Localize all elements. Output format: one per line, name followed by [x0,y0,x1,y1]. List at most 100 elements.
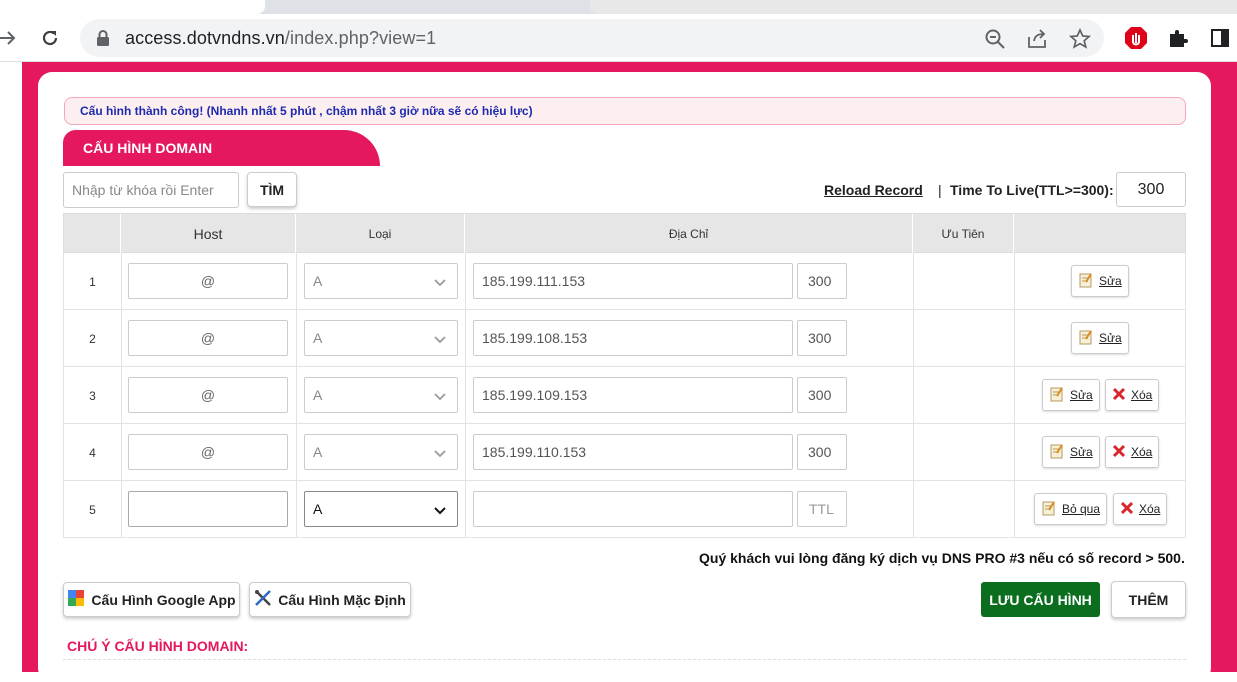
ttl-field[interactable]: 300 [797,320,847,356]
edit-label: Sửa [1099,331,1122,345]
edit-button[interactable]: Sửa [1071,265,1129,297]
type-value: A [313,330,323,346]
host-field[interactable]: @ [128,434,288,470]
ttl-field[interactable]: 300 [797,377,847,413]
delete-x-icon [1112,444,1126,461]
save-config-button[interactable]: LƯU CẤU HÌNH [981,582,1100,617]
delete-button[interactable]: Xóa [1113,493,1168,525]
ttl-field[interactable]: 300 [797,434,847,470]
browser-tab[interactable] [0,0,265,14]
delete-label: Xóa [1139,502,1161,516]
type-select[interactable]: A [304,434,458,470]
search-button[interactable]: TÌM [247,172,297,207]
header-priority: Ưu Tiên [913,214,1014,254]
chevron-down-icon [434,279,446,287]
ttl-input[interactable] [1116,172,1186,207]
delete-button[interactable]: Xóa [1105,436,1160,468]
chevron-down-icon [434,507,446,515]
delete-label: Xóa [1131,388,1153,402]
skip-button[interactable]: Bỏ qua [1034,493,1108,525]
table-row: 4 @ A 185.199.110.153 300 Sửa Xóa [63,424,1186,481]
edit-label: Sửa [1099,274,1122,288]
url-text: access.dotvndns.vn/index.php?view=1 [125,28,437,48]
chevron-down-icon [434,336,446,344]
table-row: 2 @ A 185.199.108.153 300 Sửa [63,310,1186,367]
host-field[interactable]: @ [128,320,288,356]
side-panel-icon[interactable] [1206,24,1234,52]
google-app-label: Cấu Hình Google App [91,591,236,608]
address-field[interactable]: 185.199.110.153 [473,434,793,470]
add-button[interactable]: THÊM [1111,581,1186,618]
search-input[interactable] [63,172,239,208]
reload-icon[interactable] [36,24,64,52]
table-row: 3 @ A 185.199.109.153 300 Sửa Xóa [63,367,1186,424]
google-app-icon [67,589,85,610]
default-config-button[interactable]: Cấu Hình Mặc Định [249,582,411,617]
type-select[interactable]: A [304,320,458,356]
success-alert: Cấu hình thành công! (Nhanh nhất 5 phút … [64,97,1186,125]
type-select[interactable]: A [304,263,458,299]
row-number: 4 [89,445,96,460]
row-number: 5 [89,502,96,517]
notes-heading: CHÚ Ý CẤU HÌNH DOMAIN: [67,638,249,654]
ttl-field[interactable]: 300 [797,263,847,299]
edit-label: Sửa [1070,388,1093,402]
header-type: Loại [296,214,465,254]
edit-button[interactable]: Sửa [1071,322,1129,354]
table-row: 1 @ A 185.199.111.153 300 Sửa [63,253,1186,310]
edit-note-icon [1078,329,1094,348]
address-field[interactable]: 185.199.111.153 [473,263,793,299]
edit-note-icon [1049,443,1065,462]
edit-label: Sửa [1070,445,1093,459]
chevron-down-icon [434,450,446,458]
browser-toolbar: access.dotvndns.vn/index.php?view=1 [0,14,1237,62]
type-select[interactable]: A [304,491,458,527]
ttl-label: Time To Live(TTL>=300): [950,182,1114,198]
adblock-extension-icon[interactable] [1122,24,1150,52]
type-value: A [313,444,323,460]
browser-tab[interactable] [590,0,1237,14]
chevron-down-icon [434,393,446,401]
row-number: 2 [89,331,96,346]
row-number: 1 [89,274,96,289]
extensions-puzzle-icon[interactable] [1164,24,1192,52]
host-field[interactable]: @ [128,377,288,413]
delete-label: Xóa [1131,445,1153,459]
edit-note-icon [1049,386,1065,405]
ttl-field[interactable]: TTL [797,491,847,527]
header-address: Địa Chỉ [465,214,913,254]
address-field[interactable]: 185.199.109.153 [473,377,793,413]
header-number [64,214,121,254]
lock-icon[interactable] [96,29,110,52]
address-bar[interactable]: access.dotvndns.vn/index.php?view=1 [80,19,1104,57]
reload-record-link[interactable]: Reload Record [824,182,923,198]
row-number: 3 [89,388,96,403]
table-header: Host Loại Địa Chỉ Ưu Tiên [63,213,1187,254]
zoom-out-icon[interactable] [984,28,1006,50]
address-field[interactable] [473,491,793,527]
type-value: A [313,501,323,517]
header-actions [1014,214,1187,254]
separator: | [938,182,942,198]
header-host: Host [121,214,296,254]
address-field[interactable]: 185.199.108.153 [473,320,793,356]
divider [63,659,1186,660]
tools-icon [254,589,272,610]
forward-icon[interactable] [0,24,22,52]
bookmark-star-icon[interactable] [1068,27,1092,50]
dns-pro-note: Quý khách vui lòng đăng ký dịch vụ DNS P… [699,550,1185,566]
table-row-new: 5 A TTL Bỏ qua Xóa [63,481,1186,538]
host-field[interactable]: @ [128,263,288,299]
edit-button[interactable]: Sửa [1042,436,1100,468]
host-field[interactable] [128,491,288,527]
default-config-label: Cấu Hình Mặc Định [278,591,406,608]
delete-button[interactable]: Xóa [1105,379,1160,411]
share-icon[interactable] [1026,28,1048,50]
skip-label: Bỏ qua [1062,502,1101,516]
type-select[interactable]: A [304,377,458,413]
google-app-config-button[interactable]: Cấu Hình Google App [63,582,240,617]
delete-x-icon [1120,501,1134,518]
edit-note-icon [1041,500,1057,519]
tab-strip [0,0,1237,14]
edit-button[interactable]: Sửa [1042,379,1100,411]
